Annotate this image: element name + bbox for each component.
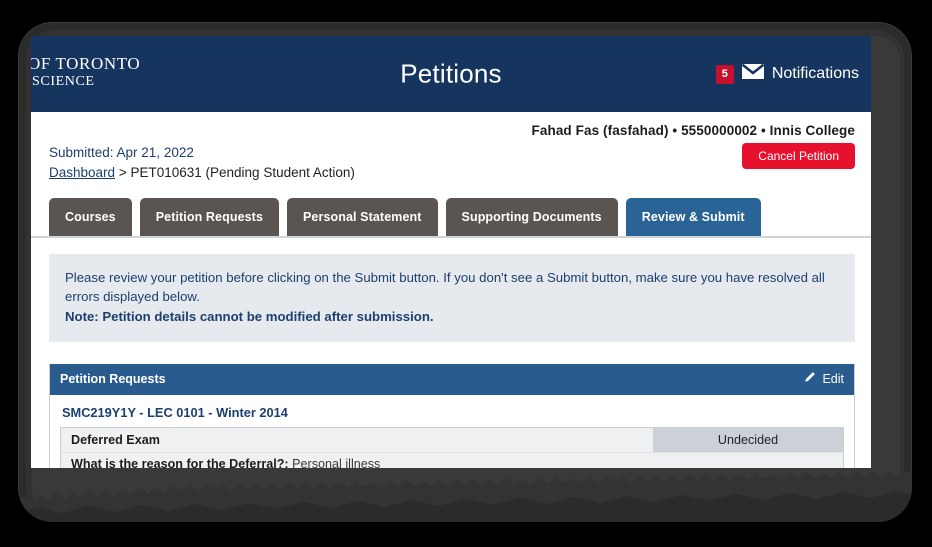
petition-requests-title: Petition Requests <box>60 372 166 387</box>
logo-line-2: SCIENCE <box>32 74 95 90</box>
request-answer: Personal illness <box>292 457 381 468</box>
user-identity-row: Fahad Fas (fasfahad) • 5550000002 • Inni… <box>31 112 871 140</box>
breadcrumb-separator: > <box>118 165 127 180</box>
review-instructions-text: Please review your petition before click… <box>65 270 825 305</box>
app-screen: OF TORONTO SCIENCE Petitions 5 Notificat… <box>31 36 871 468</box>
status-badge: Undecided <box>653 428 843 453</box>
petition-meta-row: Submitted: Apr 21, 2022 Dashboard > PET0… <box>31 140 871 192</box>
petition-request-item: Deferred Exam Undecided What is the reas… <box>60 427 844 468</box>
tab-courses[interactable]: Courses <box>49 198 132 236</box>
edit-label: Edit <box>822 372 844 387</box>
table-row: Deferred Exam Undecided <box>61 428 843 454</box>
petition-requests-section: Petition Requests Edit SMC219Y1Y - LEC 0… <box>49 364 855 468</box>
tab-petition-requests[interactable]: Petition Requests <box>139 198 279 236</box>
screenshot-stage: OF TORONTO SCIENCE Petitions 5 Notificat… <box>0 0 932 547</box>
notifications-button[interactable]: 5 Notifications <box>715 63 859 85</box>
tab-bar: Courses Petition Requests Personal State… <box>31 192 871 238</box>
petition-requests-header: Petition Requests Edit <box>50 364 854 396</box>
tab-review-and-submit[interactable]: Review & Submit <box>625 198 761 236</box>
breadcrumb: Dashboard > PET010631 (Pending Student A… <box>49 165 855 180</box>
cancel-petition-button[interactable]: Cancel Petition <box>742 143 855 169</box>
edit-petition-requests-button[interactable]: Edit <box>803 371 844 387</box>
envelope-icon <box>741 63 765 85</box>
tab-supporting-documents[interactable]: Supporting Documents <box>445 198 618 236</box>
tab-personal-statement[interactable]: Personal Statement <box>287 198 438 236</box>
petition-requests-body: SMC219Y1Y - LEC 0101 - Winter 2014 Defer… <box>50 395 854 468</box>
tab-list: Courses Petition Requests Personal State… <box>49 198 855 236</box>
request-type: Deferred Exam <box>61 428 653 453</box>
university-logo: OF TORONTO SCIENCE <box>31 54 140 91</box>
user-identity: Fahad Fas (fasfahad) • 5550000002 • Inni… <box>531 123 855 138</box>
notification-count-badge: 5 <box>715 64 734 84</box>
course-title: SMC219Y1Y - LEC 0101 - Winter 2014 <box>62 405 288 421</box>
request-question: What is the reason for the Deferral?: <box>71 457 289 468</box>
request-detail-row: What is the reason for the Deferral?: Pe… <box>61 453 843 468</box>
breadcrumb-current: PET010631 (Pending Student Action) <box>130 165 355 180</box>
logo-line-1: OF TORONTO <box>31 54 141 73</box>
review-instructions-note: Note: Petition details cannot be modifie… <box>65 309 434 325</box>
notifications-label: Notifications <box>771 65 859 82</box>
review-instructions-panel: Please review your petition before click… <box>49 254 855 343</box>
pencil-icon <box>803 371 816 387</box>
breadcrumb-link-dashboard[interactable]: Dashboard <box>49 165 115 180</box>
app-header: OF TORONTO SCIENCE Petitions 5 Notificat… <box>31 36 871 112</box>
submitted-date: Submitted: Apr 21, 2022 <box>49 145 194 160</box>
